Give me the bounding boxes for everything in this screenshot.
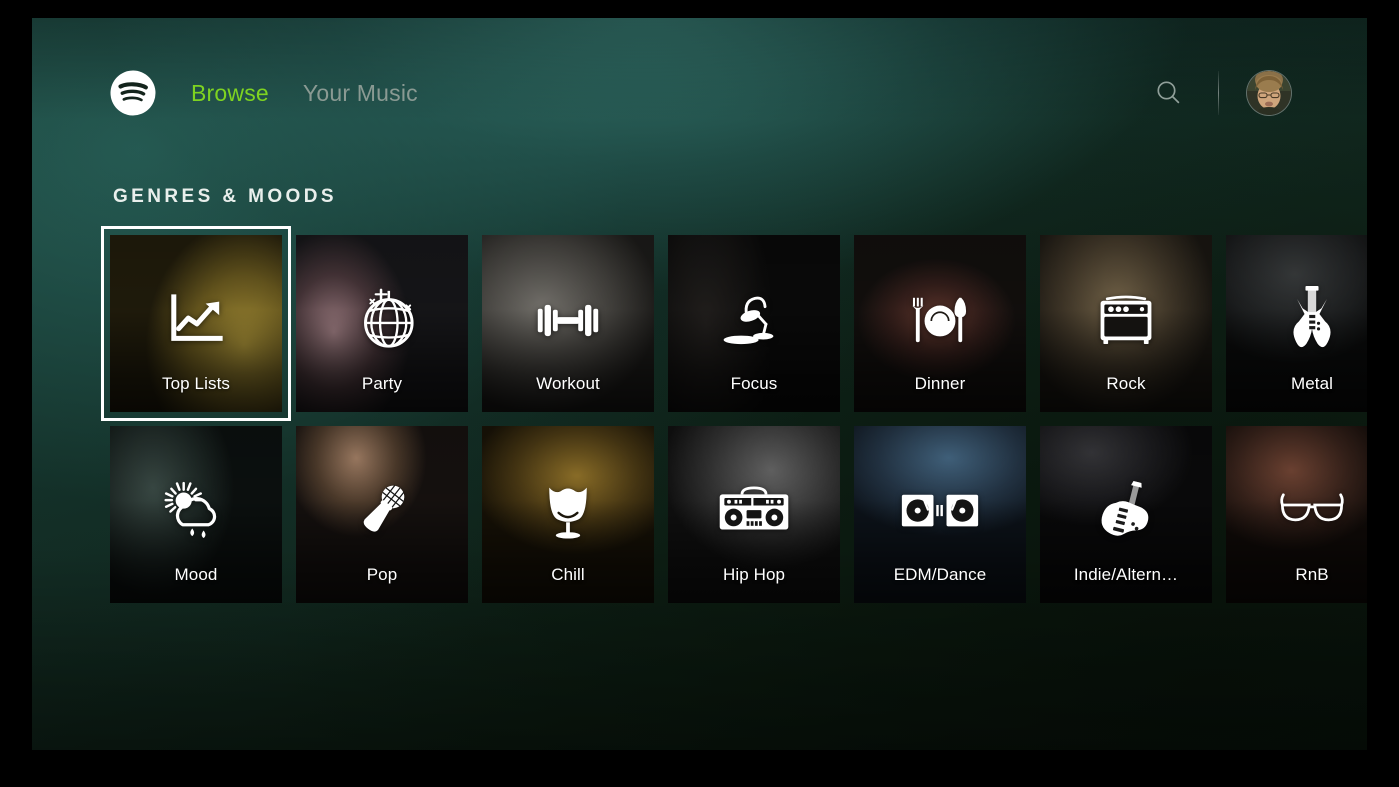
genre-card-chill[interactable]: Chill (482, 426, 654, 603)
card-label: EDM/Dance (893, 565, 987, 584)
grid-cell: Party (296, 235, 468, 412)
grid-cell: Indie/Altern… (1040, 426, 1212, 603)
genre-card-pop[interactable]: Pop (296, 426, 468, 603)
card-label: Dinner (914, 374, 966, 393)
sun-cloud-rain-icon (110, 472, 282, 550)
grid-cell: Metal (1226, 235, 1367, 412)
microphone-icon (296, 472, 468, 550)
card-label: Workout (536, 374, 600, 393)
spotify-logo-icon[interactable] (110, 70, 156, 116)
egg-chair-icon (482, 472, 654, 550)
genre-card-focus[interactable]: Focus (668, 235, 840, 412)
grid-cell: Pop (296, 426, 468, 603)
genre-card-top-lists[interactable]: Top Lists (110, 235, 282, 412)
grid-cell: Chill (482, 426, 654, 603)
card-label: Rock (1106, 374, 1146, 393)
card-label: Hip Hop (722, 565, 786, 584)
genre-card-edm-dance[interactable]: EDM/Dance (854, 426, 1026, 603)
card-label: Mood (174, 565, 218, 584)
grid-cell: EDM/Dance (854, 426, 1026, 603)
genre-card-rock[interactable]: Rock (1040, 235, 1212, 412)
genre-card-party[interactable]: Party (296, 235, 468, 412)
page-title: GENRES & MOODS (113, 186, 337, 207)
card-label: Metal (1290, 374, 1334, 393)
genre-card-hip-hop[interactable]: Hip Hop (668, 426, 840, 603)
top-bar-right-cluster (1152, 71, 1291, 115)
genre-card-dinner[interactable]: Dinner (854, 235, 1026, 412)
disco-ball-icon (296, 281, 468, 359)
card-label: Party (361, 374, 403, 393)
grid-cell: Focus (668, 235, 840, 412)
nav-item-browse[interactable]: Browse (191, 80, 269, 107)
card-label: Top Lists (162, 374, 230, 393)
grid-cell: Workout (482, 235, 654, 412)
jazzmaster-guitar-icon (1040, 472, 1212, 550)
cutlery-plate-icon (854, 281, 1026, 359)
genre-card-mood[interactable]: Mood (110, 426, 282, 603)
spotify-app-surface: Browse Your Music GENRES & MOODS Top Lis… (32, 18, 1367, 750)
grid-cell: Mood (110, 426, 282, 603)
grid-row: Mood Pop Chill Hip Hop EDM/Dance Indie/A… (110, 426, 1367, 603)
sunglasses-icon (1226, 472, 1367, 550)
card-label: Chill (551, 565, 585, 584)
genre-card-workout[interactable]: Workout (482, 235, 654, 412)
grid-cell: Top Lists (101, 226, 291, 421)
grid-cell: Hip Hop (668, 426, 840, 603)
card-label: RnB (1295, 565, 1329, 584)
card-label: Focus (730, 374, 778, 393)
nav-item-your-music[interactable]: Your Music (303, 80, 418, 107)
guitar-amp-icon (1040, 281, 1212, 359)
genre-card-indie-alternative[interactable]: Indie/Altern… (1040, 426, 1212, 603)
grid-cell: RnB (1226, 426, 1367, 603)
turntables-icon (854, 472, 1026, 550)
card-label: Indie/Altern… (1073, 565, 1179, 584)
top-navigation-bar: Browse Your Music (32, 18, 1367, 168)
grid-cell: Dinner (854, 235, 1026, 412)
top-bar-divider (1218, 71, 1219, 115)
desk-lamp-icon (668, 281, 840, 359)
genres-moods-grid: Top Lists Party Workout Focus Dinner Roc… (101, 226, 1367, 603)
genre-card-metal[interactable]: Metal (1226, 235, 1367, 412)
trending-chart-icon (110, 281, 282, 359)
dumbbell-icon (482, 281, 654, 359)
search-icon[interactable] (1152, 76, 1186, 110)
nav-links: Browse Your Music (191, 80, 418, 107)
card-label: Pop (366, 565, 398, 584)
tv-screen: Browse Your Music GENRES & MOODS Top Lis… (0, 0, 1399, 787)
avatar[interactable] (1247, 71, 1291, 115)
grid-row: Top Lists Party Workout Focus Dinner Roc… (101, 226, 1367, 421)
grid-cell: Rock (1040, 235, 1212, 412)
boombox-icon (668, 472, 840, 550)
genre-card-rnb[interactable]: RnB (1226, 426, 1367, 603)
metal-guitar-icon (1226, 281, 1367, 359)
